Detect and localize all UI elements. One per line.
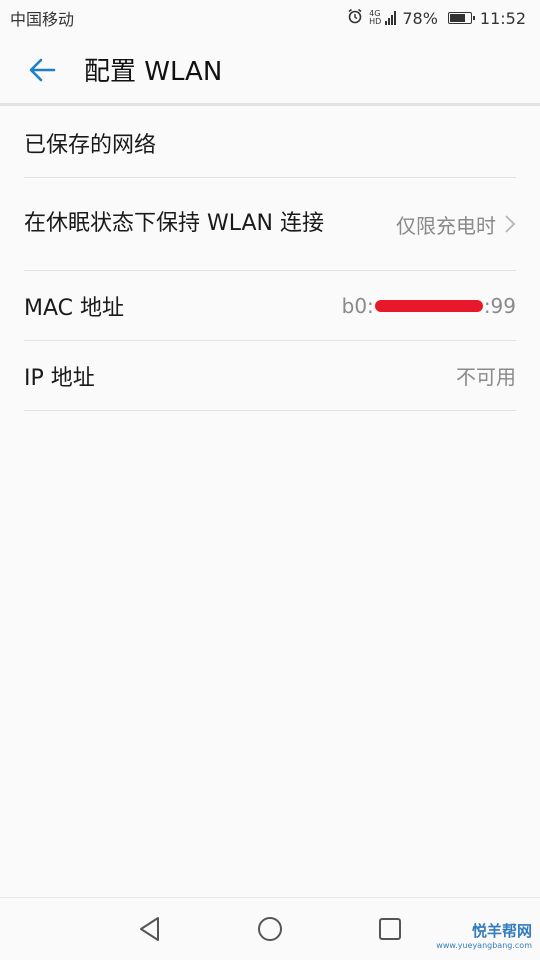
nav-back-button[interactable]: [135, 914, 165, 944]
square-recent-icon: [379, 918, 401, 940]
keep-wlan-on-sleep-value-wrap: 仅限充电时: [396, 210, 516, 239]
keep-wlan-on-sleep-item[interactable]: 在休眠状态下保持 WLAN 连接 仅限充电时: [24, 178, 516, 271]
carrier-label: 中国移动: [10, 10, 75, 29]
mac-address-prefix: b0:: [341, 293, 374, 318]
status-icons: 4G HD 78% 11:52: [347, 8, 526, 28]
ip-address-value: 不可用: [456, 365, 516, 389]
watermark-title: 悦羊帮网: [471, 922, 532, 940]
triangle-back-icon: [140, 917, 159, 941]
chevron-right-icon: [505, 215, 516, 233]
mac-address-label: MAC 地址: [24, 295, 124, 321]
volte-label: HD: [369, 17, 382, 26]
ip-address-item: IP 地址 不可用: [24, 341, 516, 411]
battery-icon: [447, 12, 475, 24]
nav-home-button[interactable]: [255, 914, 285, 944]
app-bar: 配置 WLAN: [0, 36, 540, 106]
watermark-url: www.yueyangbang.com: [436, 941, 532, 950]
circle-home-icon: [258, 917, 282, 941]
signal-icon: [385, 11, 397, 25]
network-type-indicator: 4G HD: [369, 10, 381, 26]
page-title: 配置 WLAN: [84, 57, 223, 87]
watermark: 悦羊帮网 www.yueyangbang.com: [436, 920, 532, 950]
clock: 11:52: [479, 8, 526, 28]
arrow-left-icon: [29, 58, 56, 81]
status-bar: 中国移动 4G HD 78% 11:52: [0, 0, 540, 36]
saved-networks-item[interactable]: 已保存的网络: [24, 109, 516, 178]
mac-address-item: MAC 地址 b0: :99: [24, 271, 516, 341]
redaction-mark: [374, 299, 483, 312]
saved-networks-label: 已保存的网络: [24, 133, 157, 158]
settings-list: 已保存的网络 在休眠状态下保持 WLAN 连接 仅限充电时 MAC 地址 b0:…: [24, 109, 516, 411]
keep-wlan-on-sleep-label: 在休眠状态下保持 WLAN 连接: [24, 211, 325, 236]
nav-recent-button[interactable]: [375, 914, 405, 944]
battery-percent: 78%: [402, 8, 438, 28]
ip-address-label: IP 地址: [24, 365, 95, 391]
back-button[interactable]: [22, 50, 62, 90]
keep-wlan-on-sleep-value: 仅限充电时: [396, 213, 496, 238]
mac-address-suffix: :99: [483, 293, 516, 318]
battery-level-fill: [449, 14, 466, 22]
alarm-clock-icon: [347, 8, 363, 28]
mac-address-value: b0: :99: [342, 294, 516, 318]
